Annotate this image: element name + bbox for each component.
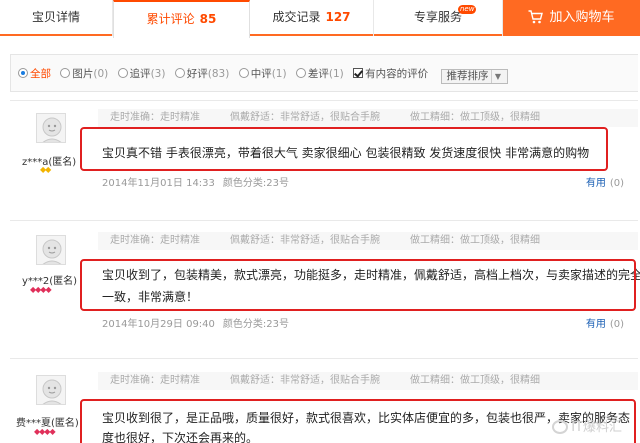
radio-icon [295, 68, 306, 78]
filter-positive-label: 好评 [186, 68, 208, 80]
checkbox-icon [353, 68, 364, 78]
buyer-level-icon: ◆◆◆◆ [34, 427, 56, 436]
review-item: 费***夏(匿名) ◆◆◆◆ 走时准确：走时精准 佩戴舒适：非常舒适，很贴合手腕做… [10, 358, 638, 443]
chevron-down-icon: ▼ [491, 70, 503, 83]
review-tag: 做工精细：做工顶级，很精细 [410, 235, 540, 246]
useful-label: 有用 [585, 319, 606, 330]
filter-followup[interactable]: 追评(3) [117, 66, 166, 81]
cart-icon [528, 10, 544, 24]
filter-negative[interactable]: 差评(1) [295, 66, 344, 81]
default-avatar-icon [42, 117, 62, 142]
radio-icon [238, 68, 249, 78]
review-meta: 2014年10月29日 09:40 颜色分类:23号 [102, 315, 289, 330]
review-tag: 佩戴舒适：非常舒适，很贴合手腕 [230, 112, 380, 123]
useful-count: (0) [609, 178, 624, 189]
filter-neutral-label: 中评 [250, 68, 272, 80]
avatar [36, 113, 66, 143]
buyer-level-icon: ◆◆◆◆ [30, 285, 52, 294]
sort-select-value: 推荐排序 [446, 70, 489, 82]
review-tag: 走时准确：走时精准 [110, 235, 200, 246]
new-badge: new [458, 5, 477, 14]
review-tag: 佩戴舒适：非常舒适，很贴合手腕 [230, 375, 380, 386]
buyer-level-icon: ◆◆ [40, 165, 51, 174]
radio-icon [60, 68, 71, 78]
review-item: z***a(匿名) ◆◆ 走时准确：走时精准 佩戴舒适：非常舒适，很贴合手腕 做工精… [10, 100, 638, 220]
radio-icon [174, 68, 185, 78]
review-tags: 走时准确：走时精准 佩戴舒适：非常舒适，很贴合手腕 做工精细：做工顶级，很精细 [98, 109, 638, 127]
filter-all[interactable]: 全部 [18, 66, 51, 81]
tab-services[interactable]: 专享服务 new [374, 0, 503, 36]
filter-positive[interactable]: 好评(83) [174, 66, 230, 81]
default-avatar-icon [42, 379, 62, 404]
useful-button[interactable]: 有用 (0) [586, 315, 624, 330]
watermark-text: IT爆料汇 [571, 420, 622, 435]
default-avatar-icon [42, 239, 62, 264]
review-item: y***2(匿名) ◆◆◆◆ 走时准确：走时精准 佩戴舒适：非常舒适，很贴合手腕做… [10, 220, 640, 358]
review-sku: 颜色分类:23号 [222, 319, 289, 330]
review-date: 2014年10月29日 09:40 [102, 319, 215, 330]
review-tags: 走时准确：走时精准 佩戴舒适：非常舒适，很贴合手腕 做工精细：做工顶级，很精细 [98, 372, 638, 390]
useful-count: (0) [609, 319, 624, 330]
review-page: 宝贝详情 累计评论 85 成交记录 127 专享服务 new 加入购物车 全部 图片… [0, 0, 640, 443]
radio-icon [18, 68, 28, 78]
filter-followup-count: (3) [150, 68, 166, 80]
wechat-icon [552, 420, 569, 434]
filter-pictures-label: 图片 [72, 68, 94, 80]
product-tab-bar: 宝贝详情 累计评论 85 成交记录 127 专享服务 new 加入购物车 [0, 0, 640, 38]
radio-icon [117, 68, 128, 78]
has-content-checkbox[interactable]: 有内容的评价 [353, 66, 428, 81]
tab-transactions-label: 成交记录 [272, 10, 321, 24]
review-tag: 做工精细：做工顶级，很精细 [410, 112, 540, 123]
tab-details[interactable]: 宝贝详情 [0, 0, 113, 36]
filter-negative-label: 差评 [307, 68, 329, 80]
filter-positive-count: (83) [207, 68, 230, 80]
filter-neutral[interactable]: 中评(1) [238, 66, 287, 81]
avatar [36, 375, 66, 405]
review-meta: 2014年11月01日 14:33 颜色分类:23号 [102, 174, 289, 189]
sort-select[interactable]: 推荐排序 ▼ [441, 69, 509, 84]
tab-reviews[interactable]: 累计评论 85 [113, 0, 250, 38]
review-tag: 走时准确：走时精准 [110, 112, 200, 123]
filter-negative-count: (1) [328, 68, 344, 80]
review-tags: 走时准确：走时精准 佩戴舒适：非常舒适，很贴合手腕 做工精细：做工顶级，很精细 [98, 232, 638, 250]
highlight-box [80, 127, 608, 171]
tab-reviews-count: 85 [199, 12, 217, 26]
useful-button[interactable]: 有用 (0) [586, 174, 624, 189]
review-filter-bar: 全部 图片(0) 追评(3) 好评(83) 中评(1) 差评(1) 有内容的评价… [10, 54, 638, 92]
highlight-box [80, 259, 636, 311]
avatar [36, 235, 66, 265]
review-tag: 做工精细：做工顶级，很精细 [410, 375, 540, 386]
filter-all-label: 全部 [30, 68, 51, 80]
review-tag: 走时准确：走时精准 [110, 375, 200, 386]
add-to-cart-label: 加入购物车 [549, 10, 615, 25]
filter-pictures[interactable]: 图片(0) [60, 66, 108, 81]
tab-transactions[interactable]: 成交记录 127 [250, 0, 374, 36]
filter-pictures-count: (0) [93, 68, 109, 80]
tab-reviews-label: 累计评论 [146, 12, 195, 26]
has-content-label: 有内容的评价 [365, 68, 429, 80]
add-to-cart-button[interactable]: 加入购物车 [503, 0, 640, 36]
tab-services-label: 专享服务 [413, 10, 462, 24]
filter-followup-label: 追评 [129, 68, 151, 80]
filter-neutral-count: (1) [271, 68, 287, 80]
review-tag: 佩戴舒适：非常舒适，很贴合手腕 [230, 235, 380, 246]
useful-label: 有用 [585, 178, 606, 189]
review-sku: 颜色分类:23号 [222, 178, 289, 189]
watermark: IT爆料汇 [552, 416, 622, 435]
tab-transactions-count: 127 [325, 10, 351, 24]
review-date: 2014年11月01日 14:33 [102, 178, 215, 189]
tab-details-label: 宝贝详情 [31, 10, 80, 24]
